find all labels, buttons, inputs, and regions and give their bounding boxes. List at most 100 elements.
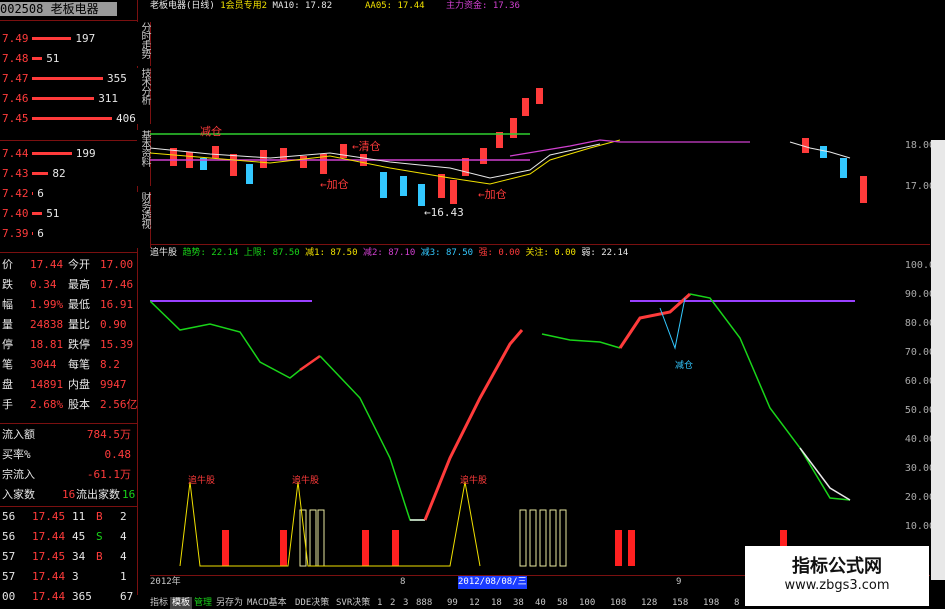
flow-label: 流入额	[2, 428, 35, 441]
bottom-tab[interactable]: 198	[701, 597, 721, 609]
bottom-tab[interactable]: 模板	[170, 597, 193, 609]
signal-outline-bar	[539, 509, 547, 567]
bottom-tab[interactable]: 2	[388, 597, 397, 609]
flow-label-2: 流出家数	[76, 488, 120, 501]
quote-v2: 17.00	[100, 258, 134, 271]
candlestick	[860, 176, 867, 203]
tick-price: 17.44	[32, 590, 66, 603]
candlestick	[522, 98, 529, 116]
tab-profile[interactable]: 基本资料	[137, 130, 151, 186]
quote-l2: 跌停	[68, 338, 90, 351]
bid-price: 7.42	[2, 187, 29, 200]
ask-volume: 51	[46, 52, 60, 65]
quote-v1: 2.68%	[30, 398, 64, 411]
flow-value: 0.48	[104, 448, 132, 461]
bottom-tab[interactable]: SVR决策	[334, 597, 372, 609]
bottom-tab[interactable]: 3	[401, 597, 410, 609]
tick-n: 2	[120, 510, 127, 523]
bottom-tab[interactable]: 8	[732, 597, 741, 609]
bottom-tab[interactable]: 40	[533, 597, 548, 609]
indicator-name[interactable]: 追牛股	[150, 248, 177, 258]
date-year: 2012年	[150, 577, 181, 587]
candlestick	[260, 150, 267, 168]
bid-price: 7.40	[2, 207, 29, 220]
candlestick	[536, 88, 543, 104]
candlestick	[820, 146, 827, 158]
quote-l1: 价	[2, 258, 13, 271]
bid-volume-bar	[32, 192, 34, 195]
quote-l2: 量比	[68, 318, 90, 331]
bottom-tab[interactable]: 18	[489, 597, 504, 609]
candlestick	[230, 154, 237, 176]
candlestick	[450, 180, 457, 204]
label-reduce: 减仓	[675, 361, 694, 371]
watermark-title: 指标公式网	[792, 556, 882, 577]
candlestick	[418, 184, 425, 206]
tick-vol: 3	[72, 570, 79, 583]
ask-volume: 355	[107, 72, 127, 85]
flow-label: 宗流入	[2, 468, 35, 481]
bottom-tab[interactable]: 100	[577, 597, 597, 609]
bottom-tab[interactable]: 128	[639, 597, 659, 609]
tick-n: 4	[120, 530, 127, 543]
tick-n: 4	[120, 550, 127, 563]
annotation-clear: ←清仓	[352, 140, 381, 153]
tab-intraday[interactable]: 分时走势	[137, 22, 151, 66]
tick-n: 1	[120, 570, 127, 583]
bottom-tab[interactable]: 管理	[192, 597, 214, 609]
bottom-tab[interactable]: 99	[445, 597, 460, 609]
bottom-tab[interactable]: 1	[375, 597, 384, 609]
bottom-tab[interactable]: 888	[414, 597, 434, 609]
candlestick	[480, 148, 487, 164]
bottom-tab[interactable]: MACD基本	[245, 597, 289, 609]
tab-finance[interactable]: 财务透视	[137, 192, 151, 248]
quote-l1: 停	[2, 338, 13, 351]
ask-price: 7.48	[2, 52, 29, 65]
signal-outline-bar	[317, 509, 325, 567]
ask-price: 7.49	[2, 32, 29, 45]
tick-side: B	[96, 550, 103, 563]
quote-v1: 17.44	[30, 258, 64, 271]
upper-kline-chart[interactable]	[150, 8, 930, 248]
right-scroll-strip[interactable]	[931, 140, 945, 580]
quote-l1: 盘	[2, 378, 13, 391]
signal-outline-bar	[549, 509, 557, 567]
tick-time: 56	[2, 510, 16, 523]
flow-label: 买率%	[2, 448, 31, 461]
bottom-tab[interactable]: 108	[608, 597, 628, 609]
bottom-tab[interactable]: 指标	[148, 597, 170, 609]
bottom-tab[interactable]: 38	[511, 597, 526, 609]
bottom-tab[interactable]: DDE决策	[293, 597, 331, 609]
bottom-tab[interactable]: 58	[555, 597, 570, 609]
tick-time: 00	[2, 590, 16, 603]
candlestick	[280, 148, 287, 160]
bottom-tab[interactable]: 12	[467, 597, 482, 609]
flow-label: 入家数	[2, 488, 35, 501]
ask-price: 7.47	[2, 72, 29, 85]
bid-price: 7.43	[2, 167, 29, 180]
stock-header[interactable]: 002508 老板电器	[0, 2, 117, 16]
flow-value: -61.1万	[86, 468, 131, 481]
quote-l2: 最低	[68, 298, 90, 311]
flow-value-2: 16	[122, 488, 136, 501]
signal-outline-bar	[559, 509, 567, 567]
quote-l2: 最高	[68, 278, 90, 291]
bottom-tab[interactable]: 另存为	[214, 597, 245, 609]
quote-l2: 股本	[68, 398, 90, 411]
stock-code: 002508	[0, 2, 44, 16]
quote-l1: 手	[2, 398, 13, 411]
watermark-logo: 指标公式网 www.zbgs3.com	[745, 546, 929, 606]
lower-indicator-chart[interactable]	[150, 258, 910, 574]
flow-value: 16	[62, 488, 76, 501]
tick-n: 67	[120, 590, 134, 603]
date-selected: 2012/08/08/三	[458, 576, 527, 589]
tick-time: 56	[2, 530, 16, 543]
bid-volume-bar	[32, 232, 34, 235]
bottom-tab[interactable]: 158	[670, 597, 690, 609]
bid-volume-bar	[32, 152, 72, 155]
tick-vol: 34	[72, 550, 86, 563]
tab-technical[interactable]: 技术分析	[137, 68, 151, 124]
ask-volume-bar	[32, 97, 95, 100]
bid-volume: 6	[37, 227, 44, 240]
candlestick	[840, 158, 847, 178]
